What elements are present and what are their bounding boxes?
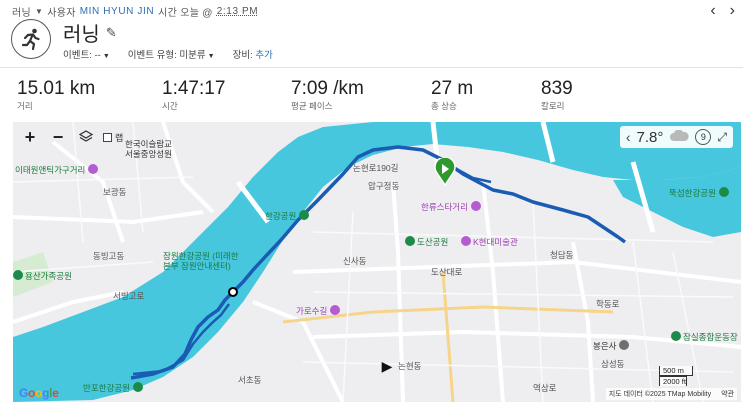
label-dosan-daero: 도산대로	[431, 267, 463, 277]
header-divider	[0, 67, 743, 68]
layers-icon[interactable]	[75, 126, 97, 148]
label-seocho: 서초동	[238, 375, 262, 385]
stat-calories: 839 칼로리	[541, 78, 573, 112]
start-marker-icon[interactable]	[434, 158, 456, 186]
activity-title: 러닝 ✎	[63, 18, 117, 47]
label-sinsa: 신사동	[343, 256, 367, 266]
temple-pin-icon	[619, 340, 630, 350]
map-scale: 500 m 2000 ft	[659, 366, 693, 386]
event-type-selector[interactable]: 이벤트 유형: 미분류 ▼	[128, 47, 215, 61]
breadcrumb: 러닝 ▼ 사용자 MIN HYUN JIN 시간 오늘 @ 2:13 PM	[12, 4, 258, 19]
label-apgujeong: 압구정동	[368, 181, 400, 191]
label-itaewon-furniture[interactable]: 이태원앤틱가구거리	[15, 164, 100, 176]
wind-speed-icon: 9	[695, 129, 712, 145]
stat-elevation-gain: 27 m 총 상승	[431, 78, 474, 112]
activity-nav: ‹ ›	[710, 2, 735, 20]
label-dosan-park[interactable]: 도산공원	[405, 236, 448, 248]
label-dongbinggo: 동빙고동	[93, 251, 125, 261]
collapse-left-icon[interactable]: ‹	[626, 129, 631, 145]
label-jamwon-park[interactable]: 잠원한강공원 (미래한 본부 잠원안내센터)	[163, 251, 239, 271]
stadium-pin-icon	[671, 331, 681, 341]
cloud-icon	[669, 129, 690, 146]
park-pin-icon	[718, 187, 729, 197]
zoom-out-button[interactable]: −	[47, 126, 69, 148]
user-name-link[interactable]: MIN HYUN JIN	[80, 6, 154, 17]
temperature: 7.8°	[636, 128, 664, 146]
terms-link[interactable]: 약관	[721, 389, 734, 399]
laps-toggle[interactable]: 랩	[103, 131, 123, 144]
fullscreen-icon[interactable]: ⤢	[717, 130, 727, 145]
park-pin-icon	[132, 382, 143, 392]
park-pin-icon	[299, 210, 310, 220]
add-gear-link[interactable]: 추가	[255, 50, 272, 61]
running-person-icon	[11, 19, 51, 59]
label-yongsan-family-park[interactable]: 용산가족공원	[13, 270, 72, 282]
stats-row: 15.01 km 거리 1:47:17 시간 7:09 /km 평균 페이스 2…	[0, 79, 743, 115]
stat-avg-pace: 7:09 /km 평균 페이스	[291, 78, 364, 112]
breadcrumb-dropdown-icon[interactable]: ▼	[35, 7, 43, 16]
poi-pin-icon	[470, 201, 481, 211]
activity-time: 2:13 PM	[216, 6, 259, 17]
laps-checkbox[interactable]	[103, 132, 112, 142]
label-jamsil-stadium[interactable]: 잠실종합운동장	[671, 331, 738, 343]
time-prefix: 시간 오늘 @	[158, 8, 213, 19]
label-hangang-park[interactable]: 한강공원	[265, 210, 311, 222]
activity-title-text: 러닝	[63, 24, 100, 46]
dropdown-arrow-icon: ▼	[102, 53, 110, 60]
museum-pin-icon	[461, 236, 471, 246]
label-seobinggo: 서빙고로	[113, 291, 145, 301]
label-ttukseom-park[interactable]: 뚝섬한강공원	[669, 187, 731, 199]
label-cheongdam: 청담동	[550, 250, 574, 260]
chevron-right-icon[interactable]: ›	[730, 2, 735, 20]
map-controls: + − 랩	[19, 126, 124, 148]
label-garosu-gil[interactable]: 가로수길	[296, 305, 342, 317]
poi-pin-icon	[330, 305, 341, 315]
stat-distance: 15.01 km 거리	[17, 78, 96, 112]
label-nonhyeon190: 논현로190길	[353, 163, 399, 173]
label-hanryu-star-street[interactable]: 한류스타거리	[421, 201, 483, 213]
play-route-button[interactable]: ▶	[377, 356, 397, 376]
breadcrumb-user-prefix: 사용자	[47, 8, 76, 19]
label-nonhyeondong: 논현동	[398, 361, 422, 371]
label-k-museum[interactable]: K현대미술관	[461, 236, 518, 248]
label-banpo-park[interactable]: 반포한강공원	[83, 382, 145, 394]
map-attribution: 지도 데이터 ©2025 TMap Mobility 약관	[605, 388, 737, 400]
label-yeoksam: 역삼로	[533, 383, 557, 393]
stat-time: 1:47:17 시간	[162, 78, 226, 112]
breadcrumb-sport[interactable]: 러닝	[12, 4, 31, 19]
label-bogwang: 보광동	[103, 187, 127, 197]
zoom-in-button[interactable]: +	[19, 126, 41, 148]
label-bongeunsa[interactable]: 봉은사	[593, 340, 631, 352]
label-samseong: 삼성동	[601, 359, 625, 369]
park-pin-icon	[405, 236, 415, 246]
poi-pin-icon	[88, 164, 99, 174]
chevron-left-icon[interactable]: ‹	[710, 2, 715, 20]
route-map[interactable]: 한국이슬람교 서울중앙성원 이태원앤틱가구거리 보광동 동빙고동 용산가족공원 …	[13, 122, 741, 402]
park-pin-icon	[13, 270, 23, 280]
weather-panel: ‹ 7.8° 9 ⤢	[619, 126, 733, 148]
gear-field: 장비: 추가	[232, 50, 273, 61]
label-mosque: 한국이슬람교 서울중앙성원	[125, 139, 172, 159]
google-logo: Google	[19, 386, 59, 400]
event-selector[interactable]: 이벤트: -- ▼	[63, 47, 110, 61]
activity-meta: 이벤트: -- ▼ 이벤트 유형: 미분류 ▼ 장비: 추가	[63, 47, 273, 61]
label-hakdong: 학동로	[596, 299, 620, 309]
dropdown-arrow-icon: ▼	[207, 53, 215, 60]
pencil-edit-icon[interactable]: ✎	[106, 25, 117, 41]
